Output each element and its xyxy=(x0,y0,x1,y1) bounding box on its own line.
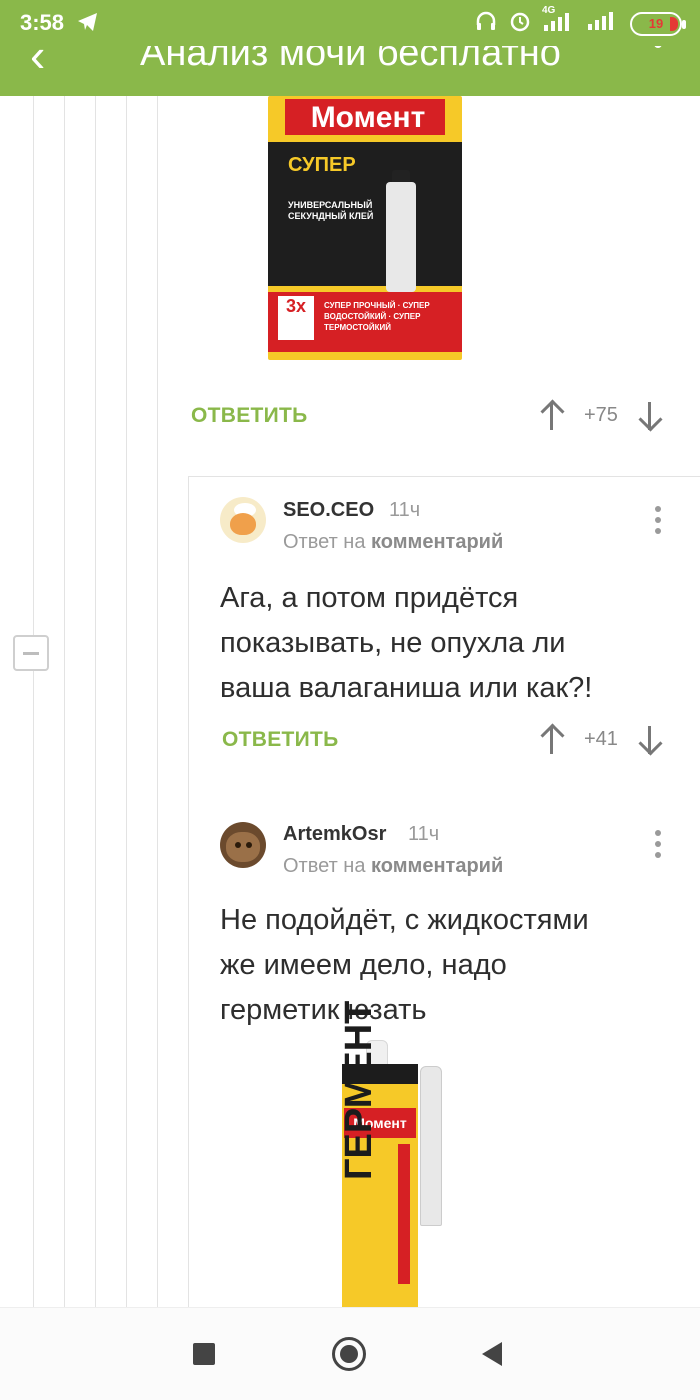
back-icon[interactable] xyxy=(482,1342,502,1366)
comment-score: +75 xyxy=(584,403,618,426)
comment-time: 11ч xyxy=(389,499,421,521)
comment-score: +41 xyxy=(584,727,618,750)
reply-to-label: Ответ на комментарий xyxy=(283,531,503,554)
app-bar: 3:58 4G 19 ‹ Анализ мочи бесплатно xyxy=(0,0,700,96)
collapse-thread-button[interactable] xyxy=(13,635,49,671)
more-vertical-icon[interactable] xyxy=(654,830,662,863)
title-bar: ‹ Анализ мочи бесплатно xyxy=(0,46,700,96)
reply-button[interactable]: ОТВЕТИТЬ xyxy=(222,728,339,752)
comment-time: 11ч xyxy=(408,823,440,845)
comment-line: герметик юзать xyxy=(220,994,427,1026)
comment-line: Ага, а потом придётся xyxy=(220,582,519,614)
alarm-icon xyxy=(508,9,532,38)
telegram-icon xyxy=(76,10,100,39)
arrow-left-icon[interactable]: ‹ xyxy=(30,46,45,82)
reply-to-prefix: Ответ на xyxy=(283,855,366,877)
reply-button[interactable]: ОТВЕТИТЬ xyxy=(191,404,308,428)
arrow-down-icon[interactable] xyxy=(636,398,664,432)
arrow-up-icon[interactable] xyxy=(538,722,566,756)
comment-username[interactable]: ArtemkOsr xyxy=(283,823,386,846)
reply-to-link[interactable]: комментарий xyxy=(371,531,503,553)
arrow-down-icon[interactable] xyxy=(636,722,664,756)
comment-image-sealant[interactable]: Момент ГЕРМЕНТ xyxy=(336,1001,460,1314)
glue-description: УНИВЕРСАЛЬНЫЙ СЕКУНДНЫЙ КЛЕЙ xyxy=(288,200,374,221)
reply-to-link[interactable]: комментарий xyxy=(371,855,503,877)
comment-line: ваша валаганиша или как?! xyxy=(220,672,593,704)
sealant-strip xyxy=(398,1144,410,1284)
vote-controls: +41 xyxy=(538,722,664,756)
battery-icon: 19 xyxy=(630,11,686,36)
glue-tube xyxy=(386,182,416,292)
signal-icon-2 xyxy=(586,10,620,37)
glue-logo-band: Момент xyxy=(282,96,448,138)
comment-line: показывать, не опухла ли xyxy=(220,627,566,659)
thread-line xyxy=(188,476,189,1310)
vote-controls: +75 xyxy=(538,398,664,432)
sealant-product: ГЕРМЕНТ xyxy=(338,1000,380,1180)
comment-line: Не подойдёт, с жидкостями xyxy=(220,904,589,936)
status-icons: 4G 19 xyxy=(474,5,686,38)
sealant-nozzle xyxy=(420,1066,442,1226)
status-time: 3:58 xyxy=(20,10,65,35)
status-bar: 3:58 4G 19 xyxy=(0,0,700,46)
reply-to-label: Ответ на комментарий xyxy=(283,855,503,878)
more-vertical-icon[interactable] xyxy=(654,46,662,48)
glue-product: СУПЕР xyxy=(288,154,356,176)
thread-line xyxy=(33,96,34,1310)
avatar[interactable] xyxy=(220,497,266,543)
glue-features: СУПЕР ПРОЧНЫЙ · СУПЕР ВОДОСТОЙКИЙ · СУПЕ… xyxy=(324,301,430,332)
comment-line: же имеем дело, надо xyxy=(220,949,507,981)
thread-line xyxy=(157,96,158,1310)
signal-icon: 4G xyxy=(542,5,576,36)
headphones-icon xyxy=(474,9,498,38)
reply-to-prefix: Ответ на xyxy=(283,531,366,553)
divider xyxy=(188,476,700,477)
recents-icon[interactable] xyxy=(193,1343,215,1365)
arrow-up-icon[interactable] xyxy=(538,398,566,432)
thread-line xyxy=(95,96,96,1310)
battery-level: 19 xyxy=(648,16,664,31)
glue-badge: 3x xyxy=(278,296,314,340)
thread-line xyxy=(126,96,127,1310)
glue-brand: Момент xyxy=(310,101,426,134)
thread-line xyxy=(64,96,65,1310)
comment-text: Не подойдёт, с жидкостями же имеем дело,… xyxy=(220,898,589,1033)
comment-image-glue[interactable]: Момент СУПЕР УНИВЕРСАЛЬНЫЙ СЕКУНДНЫЙ КЛЕ… xyxy=(268,96,462,360)
comment-username[interactable]: SEO.CEO xyxy=(283,499,374,522)
more-vertical-icon[interactable] xyxy=(654,506,662,539)
avatar[interactable] xyxy=(220,822,266,868)
page-title: Анализ мочи бесплатно xyxy=(140,46,561,74)
system-nav-bar xyxy=(0,1307,700,1400)
comment-text: Ага, а потом придётся показывать, не опу… xyxy=(220,576,592,711)
home-icon[interactable] xyxy=(332,1337,366,1371)
